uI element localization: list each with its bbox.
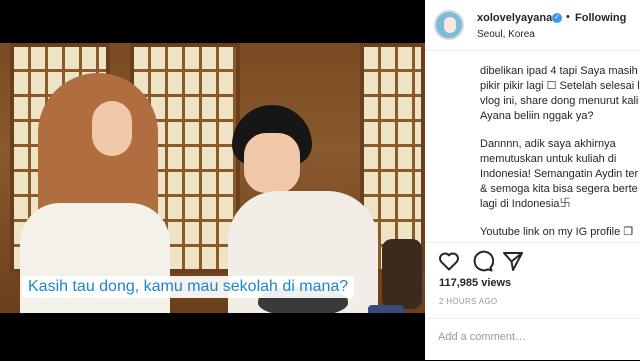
caption-line: memutuskan untuk kuliah di	[480, 153, 617, 165]
post-actions: 117,985 views 2 HOURS AGO	[425, 242, 640, 319]
post-caption: dibelikan ipad 4 tapi Saya masih pikir p…	[480, 64, 640, 242]
avatar-image	[444, 17, 456, 33]
view-count: 117,985 views	[439, 277, 512, 289]
caption-line[interactable]: Youtube link on my IG profile ❐	[480, 226, 633, 238]
video-subtitle: Kasih tau dong, kamu mau sekolah di mana…	[22, 276, 355, 298]
caption-line: vlog ini, share dong menurut kali	[480, 95, 639, 107]
comment-input[interactable]: Add a comment…	[438, 331, 526, 343]
following-button[interactable]: Following	[575, 12, 626, 24]
location-link[interactable]: Seoul, Korea	[477, 29, 535, 40]
caption-line: Dannnn, adik saya akhirnya	[480, 138, 616, 150]
separator-dot: •	[566, 11, 570, 23]
cup	[368, 305, 404, 313]
caption-line: lagi di Indonesia࿕	[480, 198, 571, 210]
bag	[382, 239, 422, 309]
post-timestamp[interactable]: 2 HOURS AGO	[439, 297, 497, 306]
caption-line: Indonesia! Semangatin Aydin ter	[480, 168, 639, 180]
username-link[interactable]: xolovelyayana	[477, 12, 552, 24]
video-player[interactable]: Kasih tau dong, kamu mau sekolah di mana…	[0, 0, 425, 360]
verified-badge-icon: ✓	[552, 13, 562, 23]
person-face	[92, 101, 132, 156]
comment-box: Add a comment…	[425, 318, 640, 361]
heart-icon[interactable]	[437, 249, 461, 273]
person-face	[244, 133, 300, 193]
caption-paragraph: Dannnn, adik saya akhirnya memutuskan un…	[480, 137, 640, 212]
caption-line: pikir pikir lagi ☐ Setelah selesai li	[480, 80, 640, 92]
comment-icon[interactable]	[470, 249, 494, 273]
avatar[interactable]	[434, 10, 464, 40]
caption-line: dibelikan ipad 4 tapi Saya masih	[480, 65, 638, 77]
caption-paragraph: dibelikan ipad 4 tapi Saya masih pikir p…	[480, 64, 640, 124]
caption-line: Ayana beliin nggak ya?	[480, 110, 594, 122]
video-frame	[0, 43, 425, 313]
post-header: xolovelyayana ✓ • Following Seoul, Korea	[425, 0, 640, 51]
post-panel: xolovelyayana ✓ • Following Seoul, Korea…	[425, 0, 640, 360]
caption-paragraph: Youtube link on my IG profile ❐	[480, 225, 640, 240]
caption-line: & semoga kita bisa segera berte	[480, 183, 638, 195]
share-icon[interactable]	[501, 249, 525, 273]
